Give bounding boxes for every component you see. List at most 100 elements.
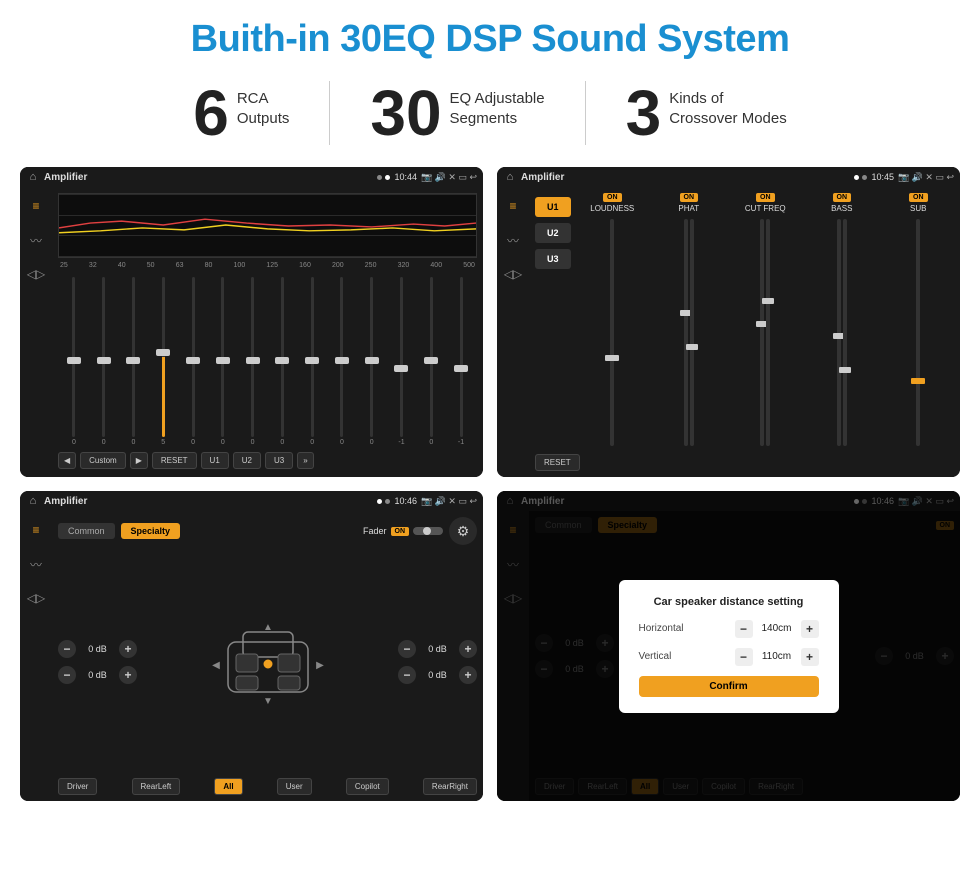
ch-bass-fader-r[interactable] bbox=[843, 219, 847, 446]
crossover-presets: U1 U2 U3 bbox=[535, 193, 571, 450]
stat-crossover-label: Kinds of Crossover Modes bbox=[669, 81, 787, 128]
sidebar-eq-icon[interactable]: ≡ bbox=[25, 195, 47, 217]
eq-faders: 0 0 0 5 0 bbox=[58, 273, 477, 446]
dialog-box: Car speaker distance setting Horizontal … bbox=[619, 580, 839, 713]
preset-u3[interactable]: U3 bbox=[535, 249, 571, 269]
ch-phat-fader-r[interactable] bbox=[690, 219, 694, 446]
btn-rearright[interactable]: RearRight bbox=[423, 778, 477, 795]
crossover-reset-btn[interactable]: RESET bbox=[535, 454, 580, 471]
fader-11[interactable]: -1 bbox=[388, 277, 416, 446]
btn-user[interactable]: User bbox=[277, 778, 312, 795]
eq-content: ≡ 〰 ◁▷ 25 bbox=[20, 187, 483, 477]
fader-1[interactable]: 0 bbox=[90, 277, 118, 446]
dialog-vertical-minus[interactable]: − bbox=[735, 648, 753, 666]
ch-bass-label: BASS bbox=[831, 204, 852, 213]
ch-loudness-fader[interactable] bbox=[610, 219, 614, 446]
eq-u1-btn[interactable]: U1 bbox=[201, 452, 229, 469]
vol-plus-3[interactable]: + bbox=[459, 666, 477, 684]
ch-sub-fader[interactable] bbox=[916, 219, 920, 446]
home-icon-3: ⌂ bbox=[26, 494, 40, 508]
fader-2[interactable]: 0 bbox=[120, 277, 148, 446]
eq-prev-btn[interactable]: ◀ bbox=[58, 452, 76, 469]
btn-all[interactable]: All bbox=[214, 778, 242, 795]
status-bar-1: ⌂ Amplifier 10:44 📷 🔊 ✕ ▭ ↩ bbox=[20, 167, 483, 187]
sidebar-wave-icon-2[interactable]: 〰 bbox=[502, 229, 524, 251]
btn-rearleft[interactable]: RearLeft bbox=[132, 778, 181, 795]
fader-4[interactable]: 0 bbox=[179, 277, 207, 446]
sidebar-wave-icon-3[interactable]: 〰 bbox=[25, 553, 47, 575]
ch-cutfreq-on[interactable]: ON bbox=[756, 193, 775, 202]
sidebar-vol-icon-3[interactable]: ◁▷ bbox=[25, 587, 47, 609]
sidebar-eq-icon-2[interactable]: ≡ bbox=[502, 195, 524, 217]
eq-next-btn[interactable]: ▶ bbox=[130, 452, 148, 469]
fader-8[interactable]: 0 bbox=[298, 277, 326, 446]
tab-specialty[interactable]: Specialty bbox=[121, 523, 181, 539]
eq-more-btn[interactable]: » bbox=[297, 452, 313, 469]
fader-12[interactable]: 0 bbox=[417, 277, 445, 446]
preset-u2[interactable]: U2 bbox=[535, 223, 571, 243]
fader-9[interactable]: 0 bbox=[328, 277, 356, 446]
vol-plus-2[interactable]: + bbox=[459, 640, 477, 658]
eq-u3-btn[interactable]: U3 bbox=[265, 452, 293, 469]
dialog-horizontal-plus[interactable]: + bbox=[801, 620, 819, 638]
ch-cutfreq-label: CUT FREQ bbox=[745, 204, 786, 213]
fader-7[interactable]: 0 bbox=[268, 277, 296, 446]
dialog-vertical-plus[interactable]: + bbox=[801, 648, 819, 666]
status-bar-2: ⌂ Amplifier 10:45 📷 🔊 ✕ ▭ ↩ bbox=[497, 167, 960, 187]
stat-eq: 30 EQ Adjustable Segments bbox=[329, 81, 585, 145]
fader-3[interactable]: 5 bbox=[149, 277, 177, 446]
dialog-horizontal-value: 140cm bbox=[757, 623, 797, 634]
vol-minus-1[interactable]: − bbox=[58, 666, 76, 684]
vol-minus-0[interactable]: − bbox=[58, 640, 76, 658]
sidebar-1: ≡ 〰 ◁▷ bbox=[20, 187, 52, 477]
eq-u2-btn[interactable]: U2 bbox=[233, 452, 261, 469]
dialog-vertical-row: Vertical − 110cm + bbox=[639, 648, 819, 666]
ch-phat-faders bbox=[684, 219, 694, 446]
btn-driver[interactable]: Driver bbox=[58, 778, 97, 795]
ch-cutfreq-fader-r[interactable] bbox=[766, 219, 770, 446]
app-name-2: Amplifier bbox=[521, 172, 850, 183]
preset-u1[interactable]: U1 bbox=[535, 197, 571, 217]
crossover-layout: U1 U2 U3 ON LOUDNESS bbox=[535, 193, 954, 450]
settings-icon[interactable]: ⚙ bbox=[449, 517, 477, 545]
ch-loudness-on[interactable]: ON bbox=[603, 193, 622, 202]
fader-10[interactable]: 0 bbox=[358, 277, 386, 446]
dialog-vertical-value: 110cm bbox=[757, 651, 797, 662]
btn-copilot[interactable]: Copilot bbox=[346, 778, 389, 795]
fader-on-badge[interactable]: ON bbox=[391, 527, 410, 536]
status-icons-2: 📷 🔊 ✕ ▭ ↩ bbox=[898, 172, 954, 183]
ch-phat-on[interactable]: ON bbox=[680, 193, 699, 202]
fader-slider[interactable] bbox=[413, 527, 443, 535]
home-icon: ⌂ bbox=[26, 170, 40, 184]
freq-labels: 25 32 40 50 63 80 100 125 160 200 250 32… bbox=[58, 262, 477, 269]
fader-6[interactable]: 0 bbox=[239, 277, 267, 446]
vol-plus-1[interactable]: + bbox=[119, 666, 137, 684]
svg-text:▶: ▶ bbox=[316, 660, 324, 671]
dialog-confirm-button[interactable]: Confirm bbox=[639, 676, 819, 697]
vol-minus-2[interactable]: − bbox=[398, 640, 416, 658]
sidebar-vol-icon-2[interactable]: ◁▷ bbox=[502, 263, 524, 285]
vol-row-3: − 0 dB + bbox=[398, 666, 477, 684]
ch-bass-fader-l[interactable] bbox=[837, 219, 841, 446]
stats-row: 6 RCA Outputs 30 EQ Adjustable Segments … bbox=[0, 71, 980, 159]
sidebar-vol-icon[interactable]: ◁▷ bbox=[25, 263, 47, 285]
vol-plus-0[interactable]: + bbox=[119, 640, 137, 658]
sidebar-wave-icon[interactable]: 〰 bbox=[25, 229, 47, 251]
fader-13[interactable]: -1 bbox=[447, 277, 475, 446]
fader-0[interactable]: 0 bbox=[60, 277, 88, 446]
ch-cutfreq-fader-l[interactable] bbox=[760, 219, 764, 446]
sidebar-eq-icon-3[interactable]: ≡ bbox=[25, 519, 47, 541]
ch-bass: ON BASS bbox=[806, 193, 878, 450]
ch-phat-fader-l[interactable] bbox=[684, 219, 688, 446]
crossover-content: ≡ 〰 ◁▷ U1 U2 U3 ON bbox=[497, 187, 960, 477]
page-title: Buith-in 30EQ DSP Sound System bbox=[0, 0, 980, 71]
tab-common[interactable]: Common bbox=[58, 523, 115, 539]
dialog-horizontal-minus[interactable]: − bbox=[735, 620, 753, 638]
status-icons-1: 📷 🔊 ✕ ▭ ↩ bbox=[421, 172, 477, 183]
eq-custom-btn[interactable]: Custom bbox=[80, 452, 126, 469]
ch-bass-on[interactable]: ON bbox=[833, 193, 852, 202]
eq-reset-btn[interactable]: RESET bbox=[152, 452, 197, 469]
vol-minus-3[interactable]: − bbox=[398, 666, 416, 684]
fader-5[interactable]: 0 bbox=[209, 277, 237, 446]
ch-sub-on[interactable]: ON bbox=[909, 193, 928, 202]
